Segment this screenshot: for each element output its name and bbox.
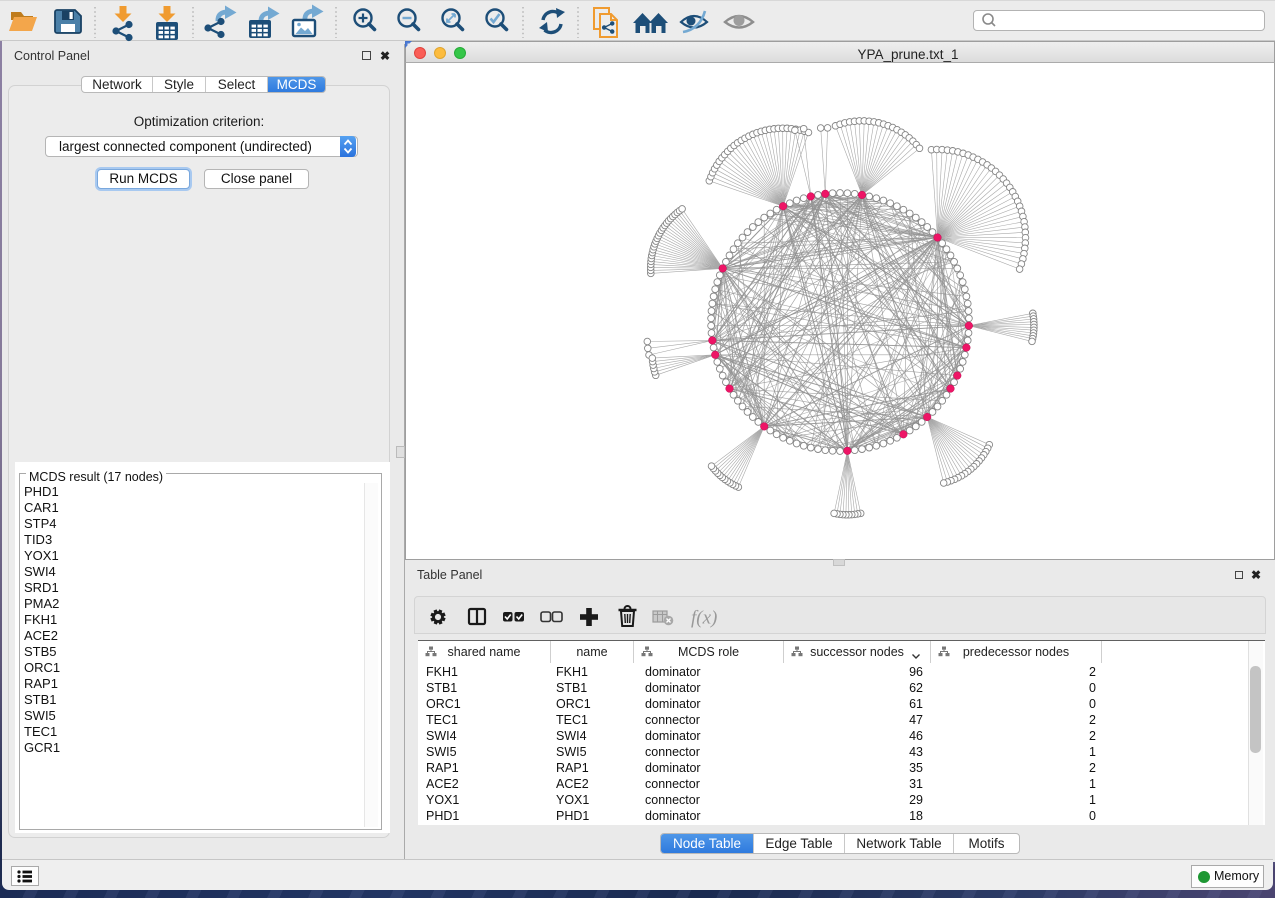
svg-text:f(x): f(x) — [691, 608, 717, 629]
